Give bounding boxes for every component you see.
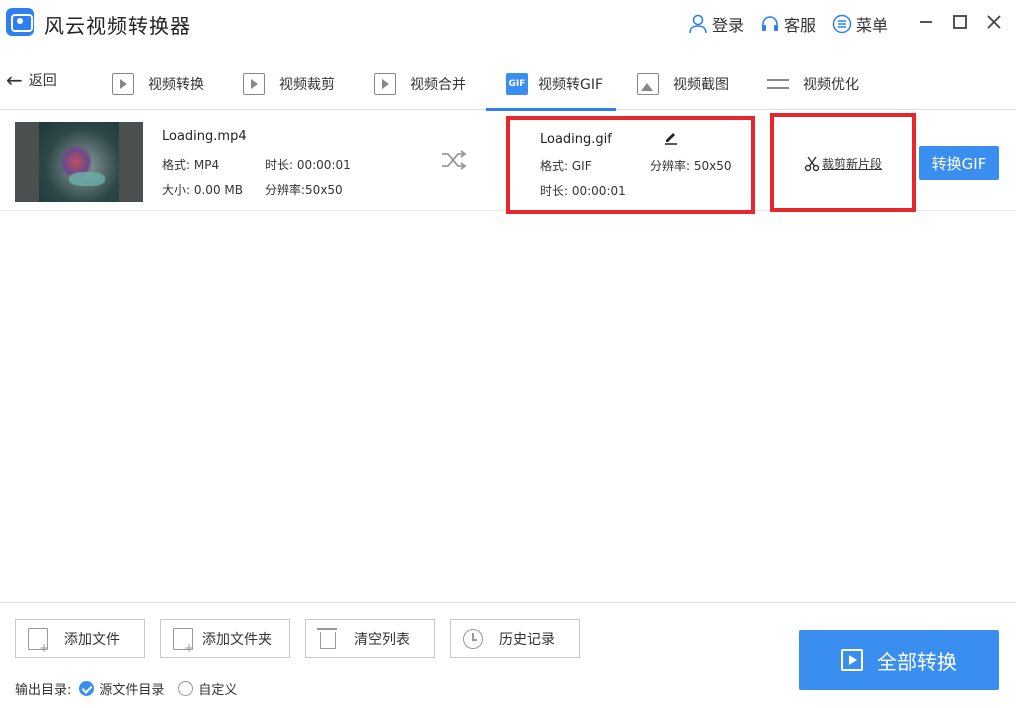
tab-video-optimize[interactable]: 视频优化 [767, 58, 859, 110]
output-dir-label: 输出目录: [15, 683, 72, 698]
back-button[interactable]: ← 返回 [6, 70, 57, 90]
close-icon[interactable] [984, 12, 1004, 32]
tab-label: 视频合并 [410, 77, 466, 93]
tab-label: 视频裁剪 [279, 77, 335, 93]
menu-icon [832, 14, 852, 34]
add-folder-button[interactable]: 添加文件夹 [160, 619, 290, 658]
service-button[interactable]: 客服 [760, 12, 816, 36]
highlight-box-output [506, 116, 755, 214]
service-label: 客服 [784, 16, 817, 35]
arrow-left-icon: ← [6, 68, 23, 92]
gif-icon: GIF [506, 73, 528, 95]
title-bar: 风云视频转换器 登录 客服 菜单 [0, 0, 1016, 44]
convert-gif-button[interactable]: 转换GIF [919, 146, 999, 180]
custom-dir-radio[interactable] [178, 681, 194, 696]
history-label: 历史记录 [499, 631, 555, 648]
source-dir-radio[interactable] [79, 681, 95, 696]
convert-all-button[interactable]: 全部转换 [799, 630, 999, 690]
video-convert-icon [112, 73, 134, 95]
tab-video-merge[interactable]: 视频合并 [374, 58, 466, 110]
play-icon [841, 649, 863, 671]
add-folder-label: 添加文件夹 [202, 631, 272, 648]
maximize-icon[interactable] [950, 12, 970, 32]
shuffle-icon [442, 150, 467, 170]
app-title: 风云视频转换器 [44, 14, 191, 38]
source-format: 格式: MP4 [162, 158, 220, 172]
source-duration: 时长: 00:00:01 [265, 158, 351, 172]
headset-icon [762, 16, 778, 31]
menu-label: 菜单 [856, 16, 889, 35]
tab-label: 视频转GIF [538, 77, 604, 93]
menu-button[interactable]: 菜单 [832, 12, 888, 36]
history-button[interactable]: 历史记录 [450, 619, 580, 658]
tab-video-convert[interactable]: 视频转换 [112, 58, 204, 110]
sliders-icon [767, 73, 789, 95]
source-file-name: Loading.mp4 [162, 129, 247, 144]
tab-video-screenshot[interactable]: 视频截图 [637, 58, 729, 110]
image-icon [637, 73, 659, 95]
login-button[interactable]: 登录 [688, 12, 744, 36]
video-crop-icon [243, 73, 265, 95]
tab-label: 视频截图 [673, 77, 729, 93]
tab-label: 视频优化 [803, 77, 859, 93]
minimize-icon[interactable] [916, 12, 936, 32]
output-directory: 输出目录: 源文件目录 自定义 [15, 679, 237, 698]
highlight-box-cut [770, 113, 916, 212]
tab-video-to-gif[interactable]: GIF 视频转GIF [506, 58, 603, 110]
feature-tabs: ← 返回 视频转换 视频裁剪 视频合并 GIF 视频转GIF 视频截图 视频优化 [0, 58, 1016, 111]
add-file-label: 添加文件 [64, 631, 120, 648]
clear-list-button[interactable]: 清空列表 [305, 619, 435, 658]
clear-list-label: 清空列表 [354, 631, 410, 648]
back-label: 返回 [28, 73, 57, 89]
app-logo-icon [6, 8, 34, 36]
bottom-divider [0, 602, 1016, 603]
add-file-button[interactable]: 添加文件 [15, 619, 145, 658]
video-merge-icon [374, 73, 396, 95]
tab-label: 视频转换 [148, 77, 204, 93]
source-resolution: 分辨率:50x50 [265, 183, 343, 197]
tab-video-crop[interactable]: 视频裁剪 [243, 58, 335, 110]
login-label: 登录 [712, 16, 745, 35]
user-icon [689, 14, 707, 34]
source-size: 大小: 0.00 MB [162, 183, 243, 197]
convert-all-label: 全部转换 [877, 649, 957, 674]
video-thumbnail [15, 122, 143, 202]
custom-dir-label: 自定义 [198, 683, 238, 698]
source-dir-label: 源文件目录 [99, 683, 165, 698]
